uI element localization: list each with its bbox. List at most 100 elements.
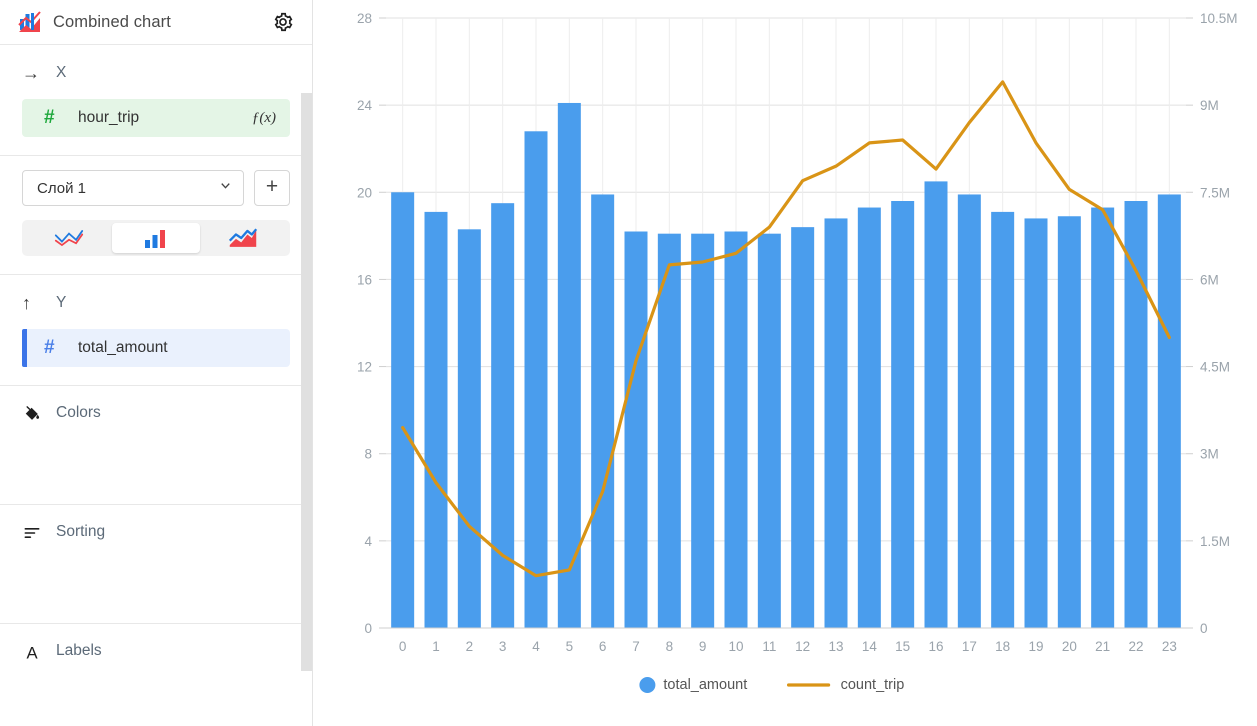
svg-text:28: 28 bbox=[357, 11, 372, 26]
bar[interactable] bbox=[991, 211, 1015, 628]
svg-text:2: 2 bbox=[466, 639, 474, 654]
svg-text:9M: 9M bbox=[1200, 98, 1219, 113]
svg-text:5: 5 bbox=[566, 639, 574, 654]
paint-bucket-icon bbox=[22, 404, 56, 424]
sidebar-header: Combined chart bbox=[0, 0, 312, 45]
layer-select-value: Слой 1 bbox=[37, 179, 86, 197]
bar[interactable] bbox=[391, 192, 415, 629]
line-chart-icon[interactable] bbox=[25, 223, 112, 253]
bar[interactable] bbox=[1157, 194, 1181, 628]
svg-text:14: 14 bbox=[862, 639, 878, 654]
sidebar: Combined chart → X # hour_trip ƒ(x) Слой… bbox=[0, 0, 313, 726]
bar[interactable] bbox=[491, 203, 515, 628]
bar[interactable] bbox=[724, 231, 748, 629]
x-axis-ticks: 0 1 2 3 4 5 6 7 8 9 10 11 12 13 14 15 16 17 18 19 20 21 22 23 bbox=[386, 627, 1186, 654]
bar[interactable] bbox=[891, 201, 915, 628]
y-axis-section: ↑ Y # total_amount bbox=[0, 275, 312, 386]
svg-text:12: 12 bbox=[357, 360, 372, 375]
bar[interactable] bbox=[1124, 201, 1148, 628]
arrow-right-icon: → bbox=[22, 63, 40, 83]
combined-chart-icon bbox=[18, 10, 42, 34]
area-chart-icon[interactable] bbox=[200, 223, 287, 253]
combined-chart[interactable]: 0481216202428 01.5M3M4.5M6M7.5M9M10.5M 0… bbox=[313, 0, 1257, 726]
svg-text:18: 18 bbox=[995, 639, 1010, 654]
legend-marker bbox=[639, 677, 656, 693]
add-layer-button[interactable]: + bbox=[254, 170, 290, 206]
y-field-total-amount[interactable]: # total_amount bbox=[22, 329, 290, 367]
text-a-icon: A bbox=[22, 642, 56, 663]
x-axis-header: → X bbox=[22, 61, 290, 85]
page-title: Combined chart bbox=[53, 12, 171, 31]
svg-text:12: 12 bbox=[795, 639, 810, 654]
x-field-name: hour_trip bbox=[78, 109, 140, 126]
right-axis-ticks: 0 1.5M 3M 4.5M 6M 7.5M 9M 10.5M bbox=[1186, 11, 1238, 636]
svg-text:8: 8 bbox=[364, 447, 372, 462]
svg-text:6M: 6M bbox=[1200, 272, 1219, 287]
bar[interactable] bbox=[1024, 218, 1048, 628]
sidebar-item-label: Labels bbox=[56, 642, 102, 659]
sidebar-item-label: Colors bbox=[56, 404, 101, 421]
y-axis-header: ↑ Y bbox=[22, 291, 290, 315]
svg-text:4.5M: 4.5M bbox=[1200, 360, 1230, 375]
x-axis-label: X bbox=[56, 64, 67, 81]
sidebar-item-labels[interactable]: A Labels bbox=[0, 624, 312, 684]
bar[interactable] bbox=[957, 194, 981, 628]
bar[interactable] bbox=[424, 211, 448, 628]
fx-icon[interactable]: ƒ(x) bbox=[252, 110, 276, 127]
bar[interactable] bbox=[1057, 216, 1081, 628]
svg-text:A: A bbox=[26, 643, 38, 662]
chevron-down-icon bbox=[218, 178, 233, 198]
arrow-up-icon: ↑ bbox=[22, 293, 31, 313]
bar[interactable] bbox=[591, 194, 615, 628]
svg-text:19: 19 bbox=[1028, 639, 1043, 654]
bar[interactable] bbox=[791, 227, 815, 628]
sidebar-scroll-area: → X # hour_trip ƒ(x) Слой 1 + ↑ Y # tota… bbox=[0, 45, 312, 726]
svg-text:13: 13 bbox=[828, 639, 843, 654]
bar[interactable] bbox=[691, 233, 715, 628]
y-axis-label: Y bbox=[56, 294, 67, 311]
svg-text:24: 24 bbox=[357, 98, 373, 113]
svg-text:22: 22 bbox=[1128, 639, 1143, 654]
svg-text:0: 0 bbox=[1200, 621, 1208, 636]
left-axis-ticks: 0 4 8 12 16 20 24 28 bbox=[357, 11, 386, 636]
sidebar-item-colors[interactable]: Colors bbox=[0, 386, 312, 505]
bar[interactable] bbox=[757, 233, 781, 628]
x-field-hour-trip[interactable]: # hour_trip ƒ(x) bbox=[22, 99, 290, 137]
sidebar-scrollbar-track[interactable] bbox=[301, 90, 312, 726]
svg-text:3: 3 bbox=[499, 639, 507, 654]
svg-text:0: 0 bbox=[364, 621, 372, 636]
bar[interactable] bbox=[524, 131, 548, 629]
svg-text:21: 21 bbox=[1095, 639, 1110, 654]
svg-text:1.5M: 1.5M bbox=[1200, 534, 1230, 549]
bar[interactable] bbox=[857, 207, 881, 629]
chart-legend[interactable]: total_amount count_trip bbox=[639, 677, 904, 693]
layer-select[interactable]: Слой 1 bbox=[22, 170, 244, 206]
sidebar-item-sorting[interactable]: Sorting bbox=[0, 505, 312, 624]
legend-label[interactable]: count_trip bbox=[841, 677, 905, 693]
svg-text:16: 16 bbox=[357, 272, 372, 287]
app-root: Combined chart → X # hour_trip ƒ(x) Слой… bbox=[0, 0, 1257, 726]
bar[interactable] bbox=[457, 229, 481, 629]
bar-chart-icon[interactable] bbox=[112, 223, 200, 253]
hash-icon: # bbox=[44, 107, 55, 128]
layer-section: Слой 1 + bbox=[0, 156, 312, 275]
svg-text:20: 20 bbox=[1062, 639, 1077, 654]
svg-text:23: 23 bbox=[1162, 639, 1177, 654]
bar[interactable] bbox=[1091, 207, 1115, 629]
svg-text:7: 7 bbox=[632, 639, 640, 654]
svg-text:7.5M: 7.5M bbox=[1200, 185, 1230, 200]
gear-icon[interactable] bbox=[270, 9, 296, 35]
svg-text:10: 10 bbox=[728, 639, 743, 654]
svg-text:17: 17 bbox=[962, 639, 977, 654]
y-field-name: total_amount bbox=[78, 339, 168, 356]
legend-label[interactable]: total_amount bbox=[663, 677, 747, 693]
sidebar-scrollbar-thumb[interactable] bbox=[301, 93, 312, 671]
svg-text:6: 6 bbox=[599, 639, 607, 654]
line-series-count-trip[interactable] bbox=[401, 80, 1171, 578]
sort-icon bbox=[22, 523, 56, 543]
bar[interactable] bbox=[924, 181, 948, 628]
bar[interactable] bbox=[624, 231, 648, 629]
x-axis-section: → X # hour_trip ƒ(x) bbox=[0, 45, 312, 156]
bar[interactable] bbox=[824, 218, 848, 628]
svg-text:15: 15 bbox=[895, 639, 910, 654]
